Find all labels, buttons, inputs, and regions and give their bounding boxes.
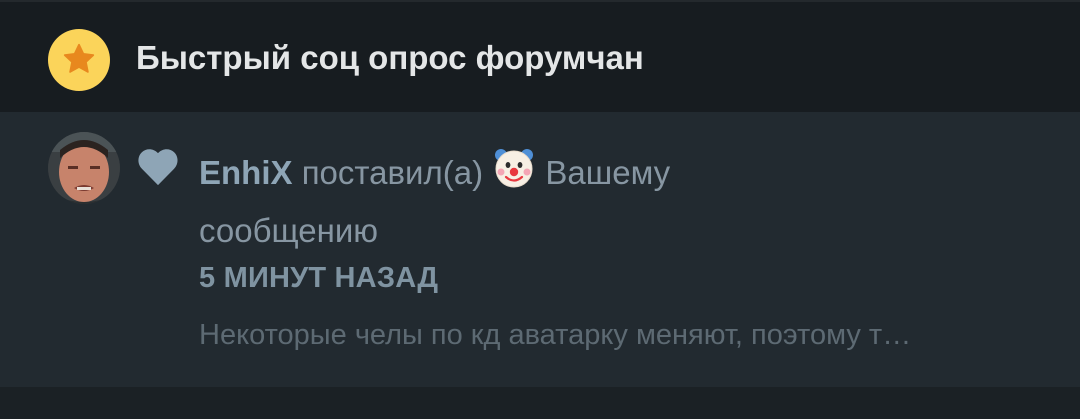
post-snippet[interactable]: Некоторые челы по кд аватарку меняют, по… [199,319,1019,352]
star-icon [63,43,95,73]
heart-icon [136,146,180,191]
alert-time: 5 МИНУТ НАЗАД [199,262,439,294]
thread-title[interactable]: Быстрый соц опрос форумчан [136,39,644,77]
username-link[interactable]: EnhiX [199,154,293,191]
alerts-screen: Быстрый соц опрос форумчан EnhiX постави… [0,0,1080,419]
thread-star-badge [48,29,110,91]
alert-item[interactable]: EnhiX поставил(а) Вашему сообщению 5 МИН… [0,112,1080,387]
alert-action: поставил(а) [301,154,484,191]
avatar[interactable] [48,132,120,204]
clown-face-icon [492,146,536,190]
thread-header[interactable]: Быстрый соц опрос форумчан [0,0,1080,112]
alert-text: EnhiX поставил(а) Вашему сообщению [199,144,759,260]
avatar-image [48,132,120,204]
list-bottom-spacer [0,387,1080,419]
